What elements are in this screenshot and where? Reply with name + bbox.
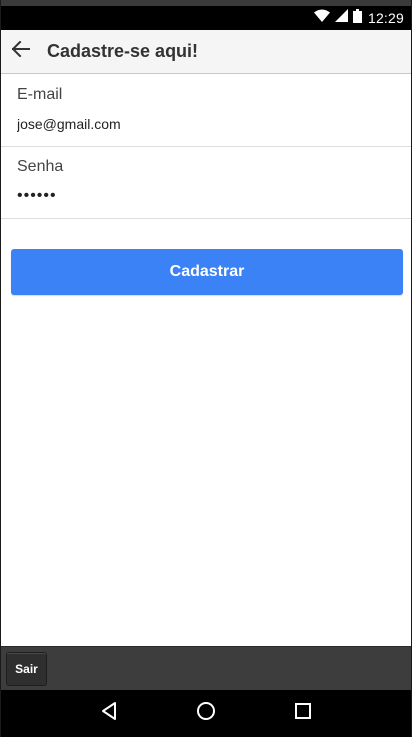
nav-home-button[interactable]: [182, 694, 230, 734]
phone-screen: 12:29 Cadastre-se aqui! E-mail Senha Cad…: [0, 0, 412, 737]
email-label: E-mail: [17, 86, 63, 103]
nav-recents-button[interactable]: [279, 694, 327, 734]
signal-icon: [334, 9, 348, 27]
password-label: Senha: [17, 158, 64, 175]
page-title: Cadastre-se aqui!: [47, 41, 199, 61]
exit-button[interactable]: Sair: [6, 651, 47, 686]
password-field-group: Senha: [1, 147, 411, 219]
status-icons: [313, 8, 362, 28]
system-nav-bar: [1, 690, 411, 737]
status-time: 12:29: [367, 10, 404, 26]
back-button[interactable]: [3, 30, 39, 74]
nav-back-button[interactable]: [85, 694, 133, 734]
battery-icon: [352, 8, 362, 28]
status-bar: 12:29: [1, 0, 411, 30]
back-triangle-icon: [100, 701, 118, 726]
password-field[interactable]: [17, 185, 387, 207]
wifi-icon: [313, 9, 330, 27]
app-bar: Cadastre-se aqui!: [1, 30, 411, 74]
email-field[interactable]: [17, 113, 387, 135]
email-field-group: E-mail: [1, 75, 411, 147]
register-button[interactable]: Cadastrar: [11, 249, 403, 295]
recents-square-icon: [294, 702, 312, 725]
signup-form: E-mail Senha: [1, 75, 411, 219]
home-circle-icon: [196, 701, 216, 726]
arrow-left-icon: [11, 40, 30, 62]
bottom-toolbar: Sair: [1, 646, 411, 690]
